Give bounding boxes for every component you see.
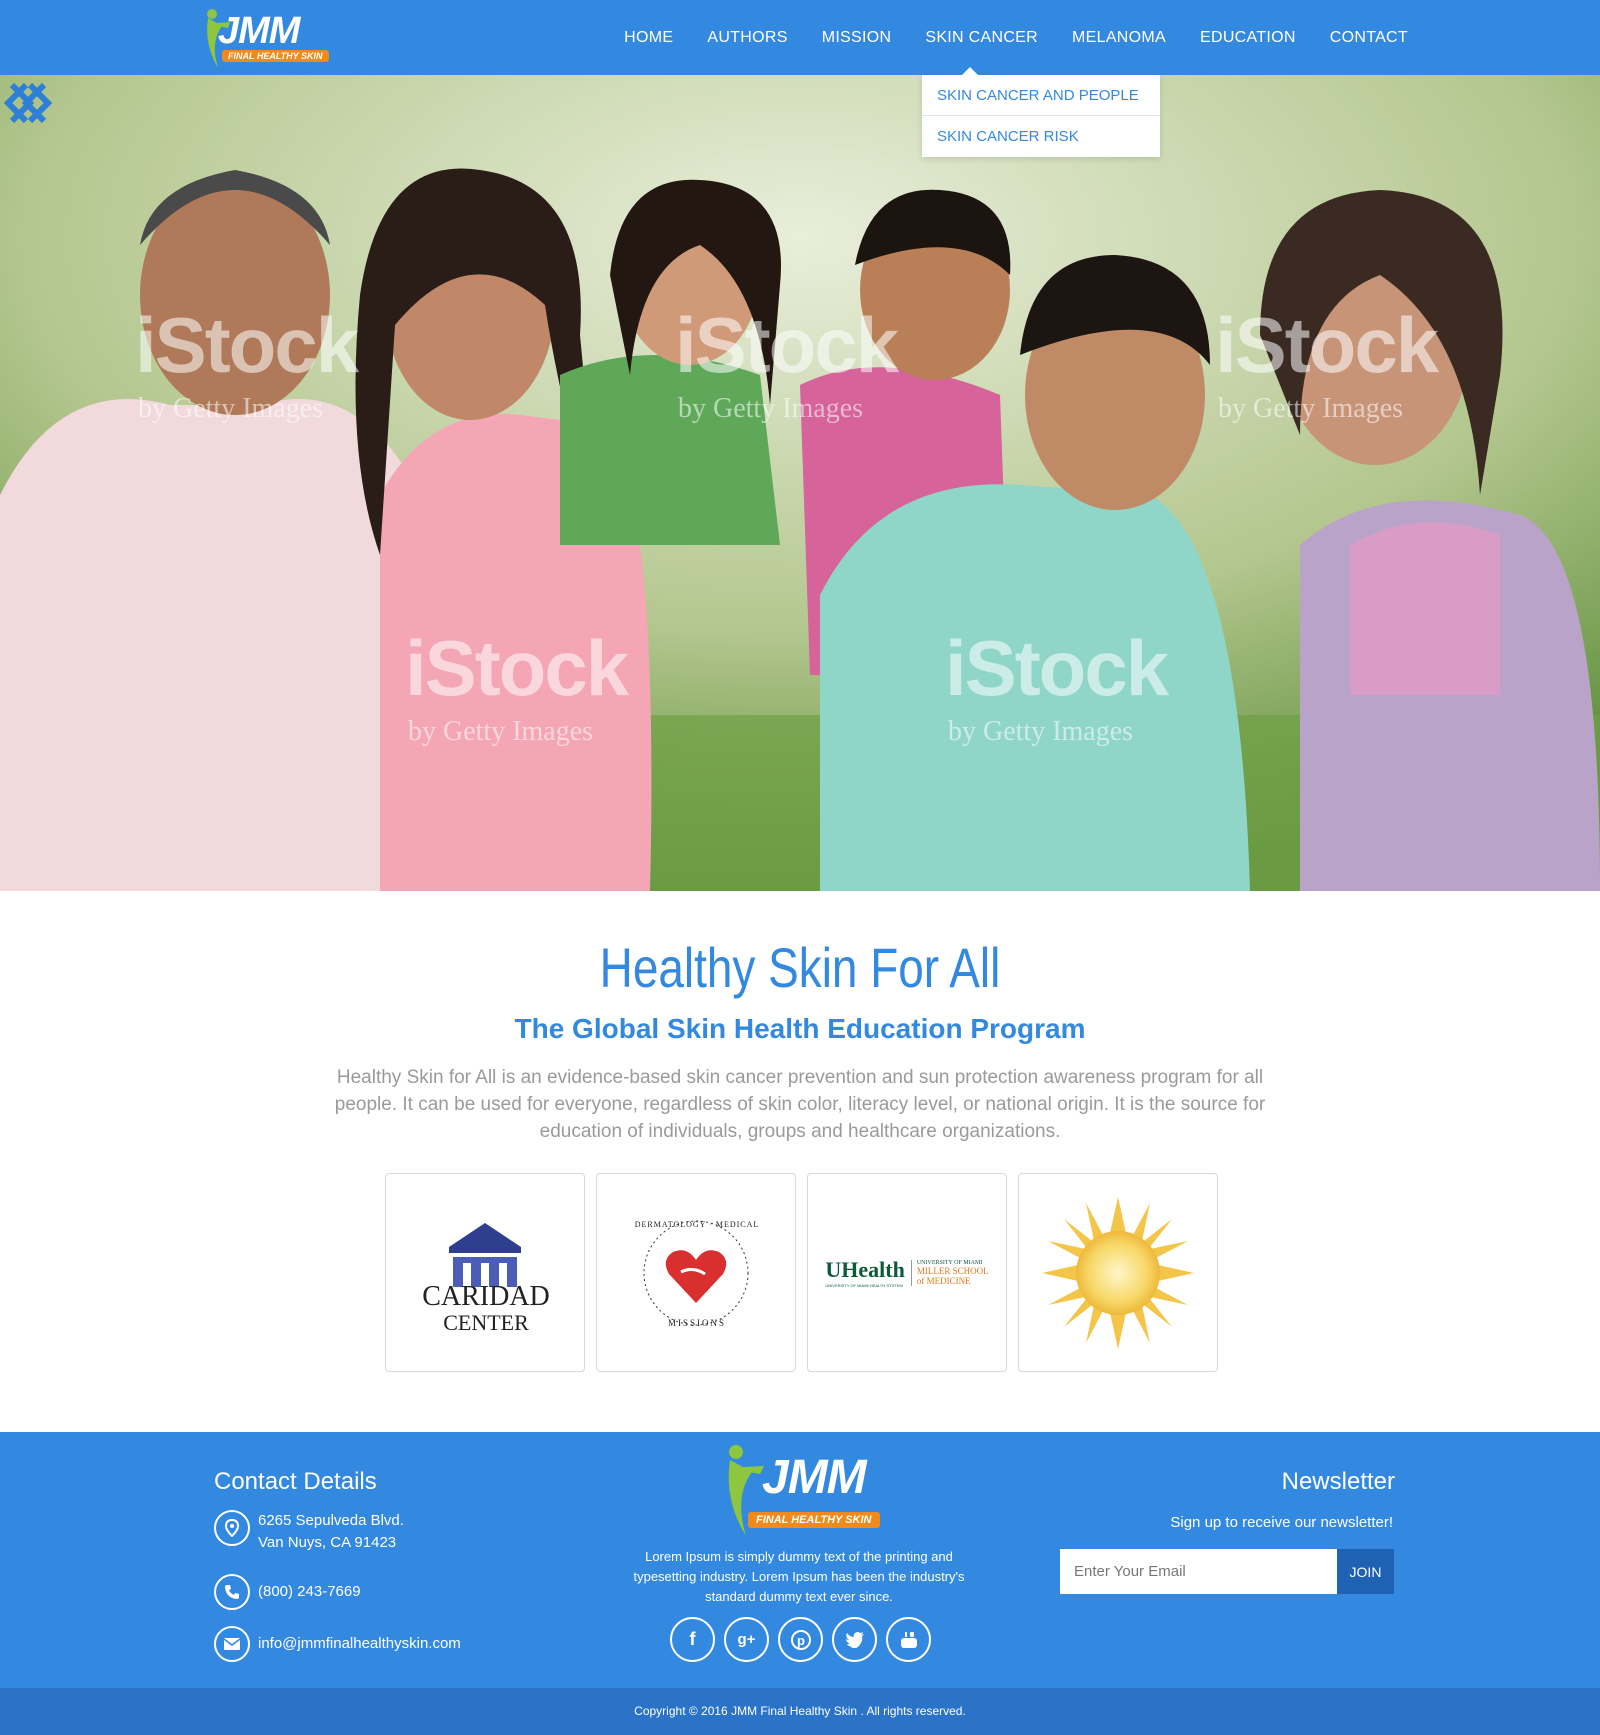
twitter-icon[interactable] <box>832 1617 877 1662</box>
envelope-icon <box>214 1626 250 1662</box>
newsletter-join-button[interactable]: JOIN <box>1337 1549 1394 1594</box>
watermark-sub-1: by Getty Images <box>138 393 324 424</box>
newsletter-title: Newsletter <box>1281 1468 1395 1495</box>
uhealth-right1: UNIVERSITY OF MIAMI <box>916 1259 983 1266</box>
phone-number[interactable]: (800) 243-7669 <box>258 1581 361 1603</box>
google-plus-icon[interactable]: g+ <box>724 1617 769 1662</box>
dermatology-top-text: DERMATOLOGY · MEDICAL <box>634 1220 760 1229</box>
newsletter-subtitle: Sign up to receive our newsletter! <box>1170 1514 1393 1531</box>
contact-details-title: Contact Details <box>214 1468 377 1495</box>
nav-home[interactable]: HOME <box>607 0 690 75</box>
footer-logo-text[interactable]: JMM <box>762 1450 867 1505</box>
slider-next-double-chevron-right-icon[interactable] <box>0 75 56 131</box>
watermark-5: iStock <box>945 624 1169 712</box>
watermark-sub-4: by Getty Images <box>408 716 594 747</box>
partner-caridad-center[interactable]: CARIDAD CENTER <box>385 1173 585 1372</box>
watermark-4: iStock <box>405 624 629 712</box>
youtube-icon[interactable] <box>886 1617 931 1662</box>
address-line1: 6265 Sepulveda Blvd. <box>258 1512 404 1529</box>
watermark-sub-3: by Getty Images <box>1218 393 1404 424</box>
map-pin-icon <box>214 1510 250 1546</box>
footer-about-text: Lorem Ipsum is simply dummy text of the … <box>633 1549 965 1604</box>
uhealth-sub: UNIVERSITY OF MIAMI HEALTH SYSTEM <box>825 1283 903 1288</box>
page-subtitle: The Global Skin Health Education Program <box>514 1013 1086 1044</box>
nav-contact[interactable]: CONTACT <box>1313 0 1408 75</box>
watermark-sub-5: by Getty Images <box>948 716 1134 747</box>
email-address[interactable]: info@jmmfinalhealthyskin.com <box>258 1633 461 1655</box>
page-title: Healthy Skin For All <box>599 936 1001 999</box>
caridad-line1: CARIDAD <box>422 1281 550 1312</box>
address-line2: Van Nuys, CA 91423 <box>258 1534 397 1551</box>
phone-icon <box>214 1574 250 1610</box>
watermark-sub-2: by Getty Images <box>678 393 864 424</box>
skin-cancer-dropdown: SKIN CANCER AND PEOPLE SKIN CANCER RISK <box>922 67 1160 157</box>
page: JMM FINAL HEALTHY SKIN HOME AUTHORS MISS… <box>0 0 1600 1735</box>
footer: Contact Details 6265 Sepulveda Blvd. Van… <box>0 1432 1600 1688</box>
partner-sun[interactable] <box>1018 1173 1218 1372</box>
contact-address: 6265 Sepulveda Blvd. Van Nuys, CA 91423 <box>214 1510 404 1554</box>
partner-logos: CARIDAD CENTER DERMATOLOGY · MEDICAL MIS… <box>385 1173 1218 1372</box>
sun-icon <box>1042 1196 1194 1349</box>
uhealth-right2: MILLER SCHOOL <box>916 1265 989 1276</box>
facebook-icon[interactable]: f <box>670 1617 715 1662</box>
social-links: f g+ p <box>670 1617 931 1662</box>
dropdown-skin-cancer-and-people[interactable]: SKIN CANCER AND PEOPLE <box>922 75 1160 116</box>
pinterest-icon[interactable]: p <box>778 1617 823 1662</box>
nav-education[interactable]: EDUCATION <box>1183 0 1313 75</box>
contact-phone: (800) 243-7669 <box>214 1574 361 1610</box>
intro-paragraph: Healthy Skin for All is an evidence-base… <box>334 1067 1266 1142</box>
dermatology-bottom-text: MISSIONS <box>667 1318 726 1328</box>
hero-family-photo <box>0 75 1600 891</box>
newsletter-email-input[interactable] <box>1060 1549 1337 1594</box>
contact-email: info@jmmfinalhealthyskin.com <box>214 1626 461 1662</box>
main-nav: HOME AUTHORS MISSION SKIN CANCER MELANOM… <box>607 0 1408 75</box>
svg-text:p: p <box>797 1633 805 1648</box>
nav-mission[interactable]: MISSION <box>805 0 909 75</box>
logo-tagline: FINAL HEALTHY SKIN <box>222 50 329 62</box>
footer-logo-tagline: FINAL HEALTHY SKIN <box>748 1512 880 1528</box>
nav-melanoma[interactable]: MELANOMA <box>1055 0 1183 75</box>
logo-text[interactable]: JMM <box>218 10 300 53</box>
partner-uhealth-miller[interactable]: UHealth UNIVERSITY OF MIAMI HEALTH SYSTE… <box>807 1173 1007 1372</box>
watermark-2: iStock <box>675 301 899 389</box>
nav-skin-cancer[interactable]: SKIN CANCER <box>908 0 1055 75</box>
uhealth-mark: UHealth <box>825 1257 905 1282</box>
header: JMM FINAL HEALTHY SKIN HOME AUTHORS MISS… <box>0 0 1600 75</box>
watermark-3: iStock <box>1215 301 1439 389</box>
watermark-1: iStock <box>135 301 359 389</box>
partner-dermatology-medical-missions[interactable]: DERMATOLOGY · MEDICAL MISSIONS <box>596 1173 796 1372</box>
nav-authors[interactable]: AUTHORS <box>690 0 804 75</box>
copyright-bar: Copyright © 2016 JMM Final Healthy Skin … <box>0 1688 1600 1735</box>
uhealth-right3: of MEDICINE <box>916 1275 971 1286</box>
dropdown-skin-cancer-risk[interactable]: SKIN CANCER RISK <box>922 116 1160 157</box>
caridad-line2: CENTER <box>443 1310 529 1335</box>
hero-slider: iStock by Getty Images iStock by Getty I… <box>0 75 1600 891</box>
